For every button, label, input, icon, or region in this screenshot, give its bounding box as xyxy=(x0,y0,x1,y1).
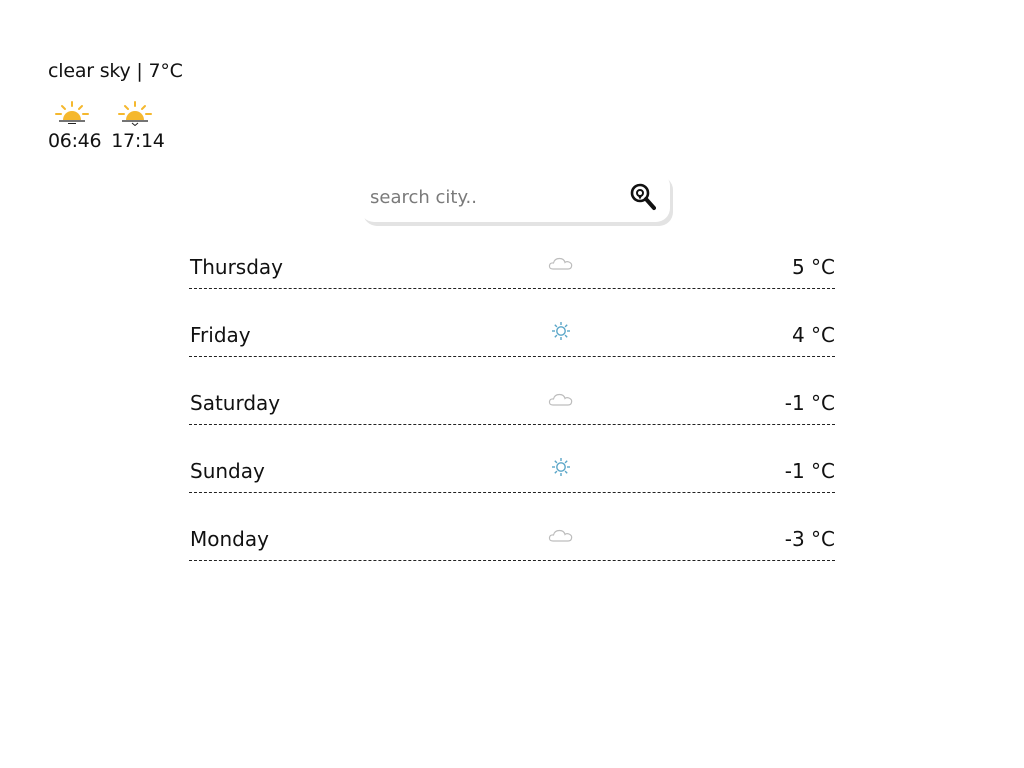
search-location-icon[interactable] xyxy=(630,183,656,211)
search-box xyxy=(360,172,670,222)
cloud-icon xyxy=(548,529,573,542)
current-weather: clear sky | 7°C 06:46 17:14 xyxy=(48,58,183,152)
forecast-day: Friday xyxy=(190,323,251,347)
forecast-temp: 4 °C xyxy=(791,323,835,347)
sunset-icon xyxy=(118,101,153,126)
cloud-icon xyxy=(548,393,573,406)
sunrise-icon xyxy=(55,101,89,124)
forecast-list: Thursday 5 °C Friday 4 °C Saturday -1 °C… xyxy=(189,244,835,584)
forecast-temp: 5 °C xyxy=(791,255,835,279)
forecast-row: Monday -3 °C xyxy=(189,516,835,561)
sunrise-time: 06:46 xyxy=(48,130,102,152)
sunset: 17:14 xyxy=(111,100,165,152)
forecast-row: Thursday 5 °C xyxy=(189,244,835,289)
forecast-row: Saturday -1 °C xyxy=(189,380,835,425)
forecast-day: Monday xyxy=(190,527,269,551)
forecast-temp: -1 °C xyxy=(784,459,835,483)
search-input[interactable] xyxy=(370,182,610,212)
cloud-icon xyxy=(548,257,573,270)
forecast-temp: -3 °C xyxy=(784,527,835,551)
forecast-temp: -1 °C xyxy=(784,391,835,415)
forecast-row: Sunday -1 °C xyxy=(189,448,835,493)
sun-icon xyxy=(552,458,570,476)
sun-times: 06:46 17:14 xyxy=(48,100,183,152)
current-summary: clear sky | 7°C xyxy=(48,60,183,82)
forecast-row: Friday 4 °C xyxy=(189,312,835,357)
forecast-day: Saturday xyxy=(190,391,281,415)
forecast-day: Thursday xyxy=(190,255,283,279)
sun-icon xyxy=(552,322,570,340)
sunrise: 06:46 xyxy=(48,100,102,152)
forecast-day: Sunday xyxy=(190,459,265,483)
sunset-time: 17:14 xyxy=(111,130,165,152)
